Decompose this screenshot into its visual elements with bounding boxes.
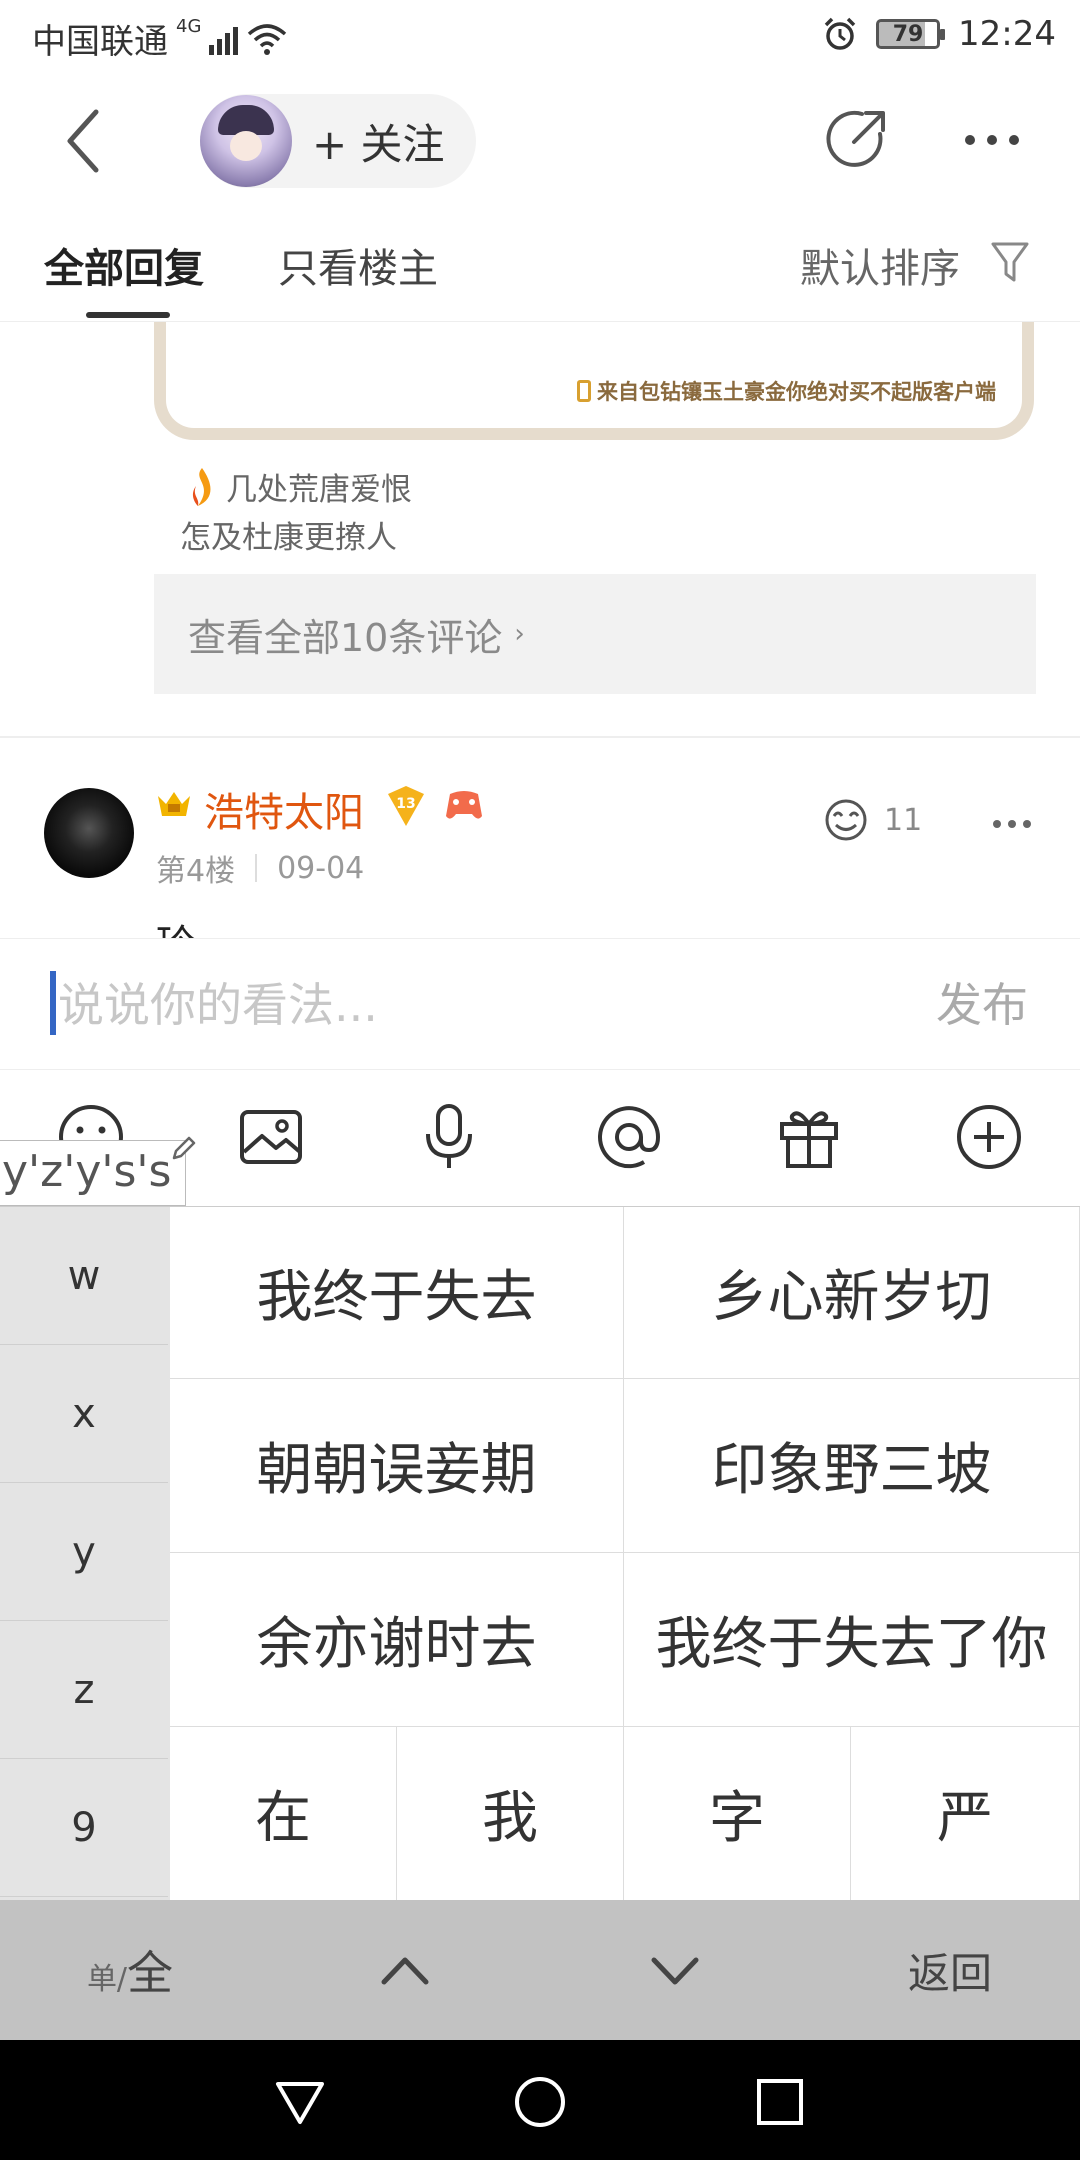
signature-line-1: 几处荒唐爱恨	[186, 464, 412, 509]
single-full-toggle[interactable]: 单/ 全	[60, 1900, 200, 2040]
comment-input[interactable]: 说说你的看法...	[58, 969, 378, 1035]
at-icon[interactable]	[594, 1102, 664, 1172]
comment-composer: 说说你的看法... 发布	[0, 938, 1080, 1070]
candidate-char[interactable]: 严	[851, 1727, 1080, 1901]
like-count: 11	[884, 802, 923, 838]
like-button[interactable]: 11	[822, 798, 922, 842]
view-all-comments-button[interactable]: 查看全部10条评论 ›	[154, 574, 1036, 694]
signature-text-1: 几处荒唐爱恨	[226, 472, 412, 508]
filter-key-9[interactable]: 9	[0, 1759, 168, 1897]
reply-meta: 第4楼 09-04	[156, 846, 364, 890]
share-icon[interactable]	[822, 104, 892, 174]
level-number: 13	[396, 796, 415, 812]
sort-button[interactable]: 默认排序	[800, 236, 960, 294]
filter-key-x[interactable]: x	[0, 1345, 168, 1483]
alarm-icon	[824, 17, 856, 50]
clock: 12:24	[958, 14, 1056, 54]
status-bar: 中国联通 4G 79 12:24	[0, 0, 1080, 76]
phone-icon	[577, 380, 591, 402]
image-icon[interactable]	[236, 1102, 306, 1172]
pinyin-filter-column: w x y z 9	[0, 1207, 170, 1901]
filter-key-y[interactable]: y	[0, 1483, 168, 1621]
candidate-word[interactable]: 乡心新岁切	[624, 1207, 1080, 1379]
signal-icon	[209, 23, 239, 55]
client-source: 来自包钻镶玉土豪金你绝对买不起版客户端	[577, 376, 996, 406]
crown-icon	[158, 792, 190, 816]
back-triangle-icon[interactable]	[272, 2074, 328, 2130]
reply-more-icon[interactable]	[992, 818, 1032, 830]
candidate-word[interactable]: 我终于失去	[170, 1207, 624, 1379]
gamepad-icon	[446, 791, 482, 819]
candidate-word[interactable]: 余亦谢时去	[170, 1553, 624, 1727]
publish-button[interactable]: 发布	[936, 969, 1028, 1035]
tab-all-replies[interactable]: 全部回复	[44, 236, 204, 294]
follow-label: + 关注	[312, 119, 445, 169]
reply-tabs: 全部回复 只看楼主 默认排序	[0, 206, 1080, 322]
home-circle-icon[interactable]	[512, 2074, 568, 2130]
pencil-icon[interactable]	[170, 1134, 198, 1162]
meta-separator	[255, 854, 258, 882]
status-left: 中国联通 4G	[32, 14, 288, 63]
carrier-name: 中国联通	[32, 22, 168, 62]
reply-username[interactable]: 浩特太阳	[204, 780, 364, 838]
chevron-up-icon[interactable]	[370, 1900, 440, 2040]
candidate-char[interactable]: 我	[397, 1727, 624, 1901]
mode-big-label: 全	[127, 1946, 174, 2000]
battery-level: 79	[892, 21, 924, 47]
tab-owner-only[interactable]: 只看楼主	[278, 236, 438, 294]
status-right: 79 12:24	[822, 14, 1056, 54]
client-source-text: 来自包钻镶玉土豪金你绝对买不起版客户端	[597, 380, 996, 404]
wifi-icon	[248, 23, 287, 55]
candidate-char[interactable]: 字	[624, 1727, 851, 1901]
recents-square-icon[interactable]	[752, 2074, 808, 2130]
chevron-right-icon: ›	[514, 619, 525, 649]
level-badge-icon: 13	[388, 786, 424, 826]
candidate-word[interactable]: 朝朝误妾期	[170, 1379, 624, 1553]
candidate-word[interactable]: 我终于失去了你	[624, 1553, 1080, 1727]
author-avatar[interactable]	[200, 95, 292, 187]
filter-icon[interactable]	[990, 240, 1030, 284]
follow-button[interactable]: + 关注	[200, 94, 476, 188]
nav-bar: + 关注	[0, 76, 1080, 206]
candidate-word[interactable]: 印象野三坡	[624, 1379, 1080, 1553]
return-button[interactable]: 返回	[880, 1900, 1020, 2040]
tab-indicator	[86, 312, 170, 318]
ime-keyboard: w x y z 9 我终于失去 乡心新岁切 朝朝误妾期 印象野三坡 余亦谢时去 …	[0, 1206, 1080, 1901]
battery-icon: 79	[876, 19, 946, 49]
floor-number: 第4楼	[156, 854, 236, 889]
network-type: 4G	[176, 16, 202, 37]
ime-composition[interactable]: y'z'y's's	[0, 1140, 186, 1206]
thread-content: 来自包钻镶玉土豪金你绝对买不起版客户端 几处荒唐爱恨 怎及杜康更撩人 查看全部1…	[0, 322, 1080, 938]
filter-key-w[interactable]: w	[0, 1207, 168, 1345]
flame-icon	[192, 467, 211, 506]
mode-small-label: 单/	[86, 1962, 128, 1997]
back-icon[interactable]	[56, 106, 116, 176]
reply-avatar[interactable]	[44, 788, 134, 878]
filter-key-z[interactable]: z	[0, 1621, 168, 1759]
more-icon[interactable]	[962, 130, 1022, 150]
text-cursor	[50, 971, 56, 1035]
ime-bottom-bar: 单/ 全 返回	[0, 1900, 1080, 2040]
post-card: 来自包钻镶玉土豪金你绝对买不起版客户端	[154, 322, 1034, 440]
reply-content: 玲	[156, 912, 196, 938]
chevron-down-icon[interactable]	[640, 1900, 710, 2040]
plus-icon[interactable]	[954, 1102, 1024, 1172]
candidate-char[interactable]: 在	[170, 1727, 397, 1901]
like-icon	[825, 799, 867, 841]
microphone-icon[interactable]	[414, 1102, 484, 1172]
system-nav-bar	[0, 2040, 1080, 2160]
gift-icon[interactable]	[774, 1102, 844, 1172]
view-all-comments-label: 查看全部10条评论	[188, 615, 503, 660]
divider	[0, 736, 1080, 738]
signature-line-2: 怎及杜康更撩人	[180, 520, 397, 556]
reply-date: 09-04	[277, 850, 365, 886]
